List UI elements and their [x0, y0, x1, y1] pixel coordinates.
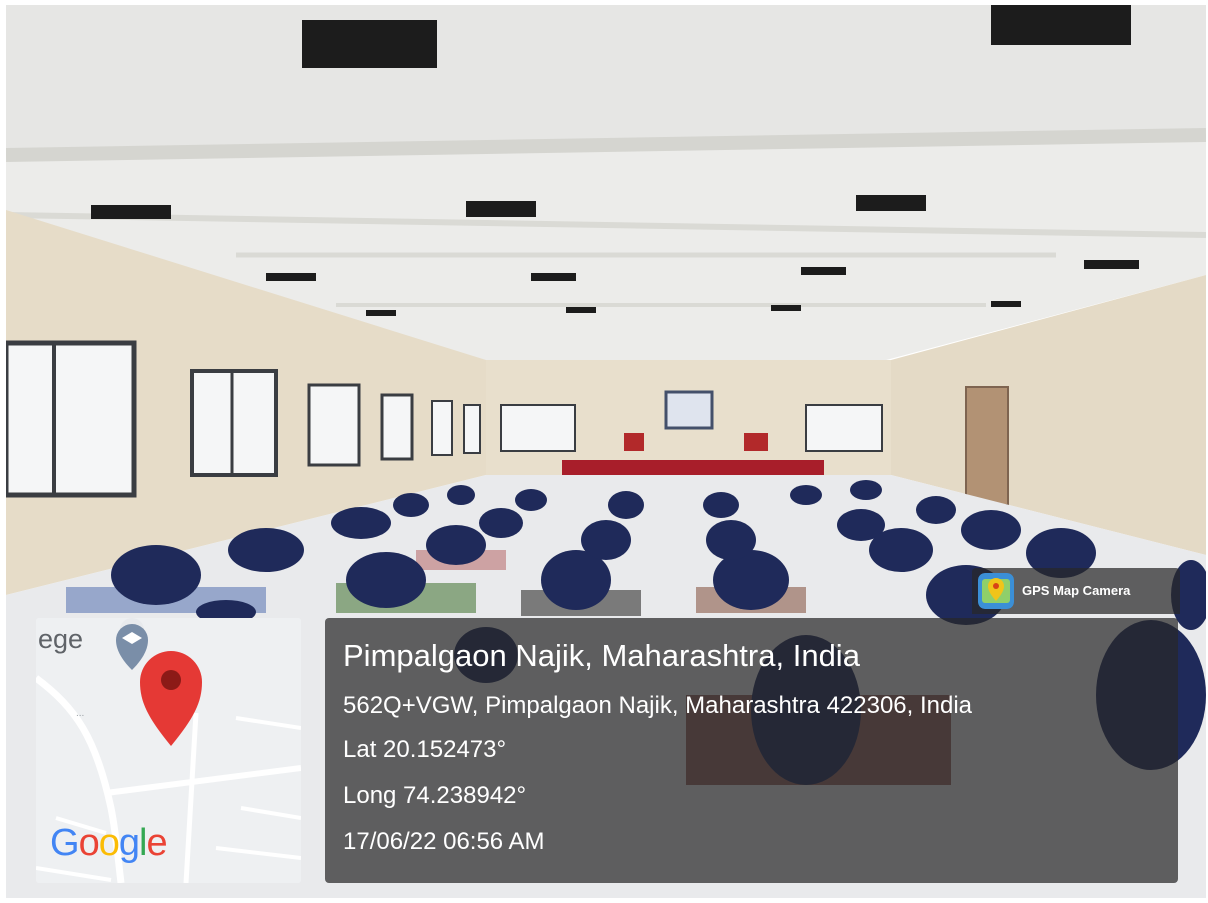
participant: [790, 485, 822, 505]
ceiling-vent: [266, 273, 316, 281]
google-logo-letter: o: [78, 822, 100, 864]
participant: [447, 485, 475, 505]
gps-camera-badge: GPS Map Camera: [972, 568, 1180, 614]
ceiling-vent: [1084, 260, 1139, 269]
google-logo: Google: [50, 822, 168, 865]
ceiling-vent: [991, 5, 1131, 45]
ceiling-vent: [991, 301, 1021, 307]
map-place-label: ege: [38, 624, 84, 654]
participant: [850, 480, 882, 500]
participant: [393, 493, 429, 517]
location-info-panel: Pimpalgaon Najik, Maharashtra, India 562…: [325, 618, 1178, 883]
ceiling-vent: [466, 201, 536, 217]
participant: [706, 520, 756, 560]
participant: [916, 496, 956, 524]
latitude: Lat 20.152473°: [343, 736, 507, 763]
participant: [869, 528, 933, 572]
location-address: 562Q+VGW, Pimpalgaon Najik, Maharashtra …: [343, 692, 973, 719]
ceiling-vent: [366, 310, 396, 316]
ceiling-vent: [801, 267, 846, 275]
map-thumbnail[interactable]: ... ege Google: [36, 618, 301, 883]
participant: [961, 510, 1021, 550]
map-dots: ...: [76, 708, 84, 719]
ceiling-vent: [91, 205, 171, 219]
participant: [331, 507, 391, 539]
window: [307, 383, 361, 467]
timestamp: 17/06/22 06:56 AM: [343, 828, 545, 855]
participant: [228, 528, 304, 572]
participant: [581, 520, 631, 560]
window: [463, 404, 481, 454]
participant: [479, 508, 523, 538]
ceiling-vent: [302, 20, 437, 68]
display-screen: [664, 390, 714, 430]
window: [6, 340, 137, 498]
location-title: Pimpalgaon Najik, Maharashtra, India: [343, 638, 860, 673]
window: [190, 369, 278, 477]
window: [380, 393, 414, 461]
ceiling-vent: [531, 273, 576, 281]
ceiling-vent: [771, 305, 801, 311]
window: [431, 400, 453, 456]
ceiling-vent: [566, 307, 596, 313]
ceiling-vent: [856, 195, 926, 211]
participant: [426, 525, 486, 565]
window: [805, 404, 883, 452]
participant: [515, 489, 547, 511]
google-logo-letter: e: [146, 822, 167, 864]
google-logo-letter: o: [98, 822, 120, 864]
participant: [346, 552, 426, 608]
window: [500, 404, 576, 452]
door: [965, 386, 1009, 506]
participant: [703, 492, 739, 518]
google-logo-letter: G: [50, 822, 80, 864]
longitude: Long 74.238942°: [343, 782, 527, 809]
stage-banner: [624, 433, 644, 451]
participant: [111, 545, 201, 605]
gps-map-camera-icon: [978, 573, 1014, 609]
google-logo-letter: g: [118, 822, 140, 864]
gps-camera-label: GPS Map Camera: [1022, 583, 1131, 598]
stage-banner: [744, 433, 768, 451]
participant: [608, 491, 644, 519]
